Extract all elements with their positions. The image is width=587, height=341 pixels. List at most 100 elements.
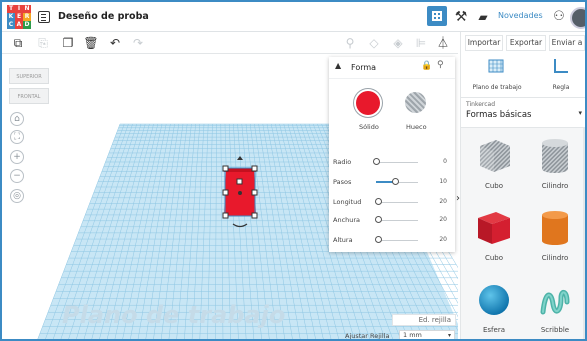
send-to-button[interactable]: Enviar a: [549, 35, 585, 51]
solid-color-swatch[interactable]: [356, 91, 380, 115]
shape-card-scribble[interactable]: Scribble: [525, 280, 585, 339]
slider-track[interactable]: [376, 202, 418, 203]
blue-sphere-icon: [479, 285, 509, 315]
paste-icon[interactable]: ⎘: [35, 35, 51, 51]
view-cube[interactable]: SUPERIOR FRONTAL: [9, 68, 49, 104]
zoom-out-icon[interactable]: −: [10, 169, 24, 183]
orange-cylinder-icon: [542, 211, 568, 245]
slider-knob[interactable]: [373, 158, 380, 165]
top-bar: T I N K E R C A D Deseño de proba ⚒ ▰ No…: [2, 2, 585, 32]
novedades-link[interactable]: Novedades: [498, 11, 543, 20]
logo-letter: K: [7, 13, 15, 21]
add-user-icon[interactable]: ⚇: [550, 8, 568, 26]
briefcase-icon[interactable]: ▰: [473, 7, 493, 27]
ruler-tool-label: Regla: [552, 84, 570, 91]
ruler-tool-icon[interactable]: [553, 58, 569, 74]
slider-knob[interactable]: [375, 216, 382, 223]
shape-card-cube-hole[interactable]: Cubo: [464, 136, 524, 206]
param-name: Longitud: [333, 198, 362, 206]
library-actions: Importar Exportar Enviar a: [461, 32, 585, 54]
param-row-longitud: Longitud 20: [333, 197, 451, 207]
workplane-tool-label: Plano de trabajo: [472, 84, 522, 91]
shapes-grid: Cubo Cilindro Cubo Cilindro Esfera Scrib…: [461, 128, 585, 339]
group-icon[interactable]: ◇: [366, 35, 382, 51]
shapes-library: Importar Exportar Enviar a Plano de trab…: [460, 32, 585, 339]
avatar[interactable]: [570, 7, 585, 29]
cylinder-hatched-icon: [542, 139, 568, 173]
logo-letter: E: [15, 13, 23, 21]
hole-swatch[interactable]: [405, 92, 426, 113]
shape-panel-header: ▲ Forma 🔒 ⚲: [329, 57, 455, 79]
param-value[interactable]: 20: [439, 216, 447, 223]
param-row-pasos: Pasos 10: [333, 177, 451, 187]
shape-name: Cubo: [484, 182, 504, 190]
logo-letter: T: [7, 5, 15, 13]
shape-card-cube[interactable]: Cubo: [464, 208, 524, 278]
red-cube-icon: [478, 212, 510, 244]
note-icon[interactable]: ⚲: [342, 35, 358, 51]
param-row-radio: Radio 0: [333, 157, 451, 167]
mirror-icon[interactable]: ⏃: [435, 35, 451, 51]
library-selection: Formas básicas: [466, 110, 532, 120]
param-name: Anchura: [333, 216, 361, 224]
param-value[interactable]: 20: [439, 236, 447, 243]
collapse-icon[interactable]: ▲: [335, 61, 341, 70]
undo-icon[interactable]: ↶: [107, 35, 123, 51]
logo-letter: N: [23, 5, 31, 13]
selected-box-shape[interactable]: [214, 156, 274, 231]
shape-name: Cilindro: [541, 182, 569, 190]
export-button[interactable]: Exportar: [506, 35, 546, 51]
param-name: Altura: [333, 236, 353, 244]
shape-card-cylinder[interactable]: Cilindro: [525, 208, 585, 278]
param-value[interactable]: 10: [439, 178, 447, 185]
zoom-in-icon[interactable]: +: [10, 150, 24, 164]
cube-hatched-icon: [480, 140, 510, 172]
slider-track[interactable]: [376, 240, 418, 241]
param-value[interactable]: 0: [443, 158, 447, 165]
pickaxe-icon[interactable]: ⚒: [451, 7, 471, 27]
tinkercad-app: T I N K E R C A D Deseño de proba ⚒ ▰ No…: [0, 0, 587, 341]
library-source-select[interactable]: Tinkercad Formas básicas ▾: [461, 98, 585, 128]
viewcube-top[interactable]: SUPERIOR: [9, 68, 49, 84]
trash-icon[interactable]: 🗑: [83, 35, 99, 51]
solid-label: Sólido: [359, 123, 379, 131]
lock-icon[interactable]: 🔒: [421, 61, 432, 71]
fit-view-icon[interactable]: ⛶: [10, 130, 24, 144]
shape-name: Cubo: [484, 254, 504, 262]
snap-grid-label: Ajustar Rejilla: [345, 332, 390, 340]
shape-card-sphere[interactable]: Esfera: [464, 280, 524, 339]
slider-knob[interactable]: [375, 236, 382, 243]
design-list-icon[interactable]: [38, 11, 50, 23]
import-button[interactable]: Importar: [465, 35, 503, 51]
slider-track[interactable]: [376, 220, 418, 221]
library-scrollbar[interactable]: [583, 128, 585, 339]
ungroup-icon[interactable]: ◈: [390, 35, 406, 51]
param-value[interactable]: 20: [439, 198, 447, 205]
shape-card-cylinder-hole[interactable]: Cilindro: [525, 136, 585, 206]
snap-grid-select[interactable]: 1 mm: [399, 330, 455, 339]
slider-knob[interactable]: [375, 198, 382, 205]
slider-knob[interactable]: [392, 178, 399, 185]
workplane-watermark: Plano de trabajo: [62, 301, 286, 329]
3d-design-view-button[interactable]: [427, 6, 447, 26]
copy-icon[interactable]: ⧉: [10, 35, 26, 51]
edit-grid-button[interactable]: Ed. rejilla: [392, 314, 456, 326]
dropdown-caret-icon: ▾: [578, 109, 582, 117]
align-icon[interactable]: ⊫: [413, 35, 429, 51]
perspective-icon[interactable]: ◎: [10, 189, 24, 203]
duplicate-icon[interactable]: ❐: [60, 35, 76, 51]
param-name: Pasos: [333, 178, 352, 186]
shape-name: Esfera: [482, 326, 505, 334]
home-view-icon[interactable]: ⌂: [10, 112, 24, 126]
workplane-tool-icon[interactable]: [488, 59, 504, 73]
lightbulb-icon[interactable]: ⚲: [437, 60, 444, 70]
slider-track[interactable]: [376, 162, 418, 163]
shape-name: Cilindro: [541, 254, 569, 262]
edit-toolbar: ⧉ ⎘ ❐ 🗑 ↶ ↷ ⚲ ◇ ◈ ⊫ ⏃: [2, 32, 458, 54]
scribble-icon: [540, 290, 570, 315]
grid-icon: [432, 11, 442, 21]
design-title[interactable]: Deseño de proba: [58, 11, 149, 22]
redo-icon[interactable]: ↷: [130, 35, 146, 51]
tinkercad-logo[interactable]: T I N K E R C A D: [7, 5, 31, 29]
viewcube-front[interactable]: FRONTAL: [9, 88, 49, 104]
